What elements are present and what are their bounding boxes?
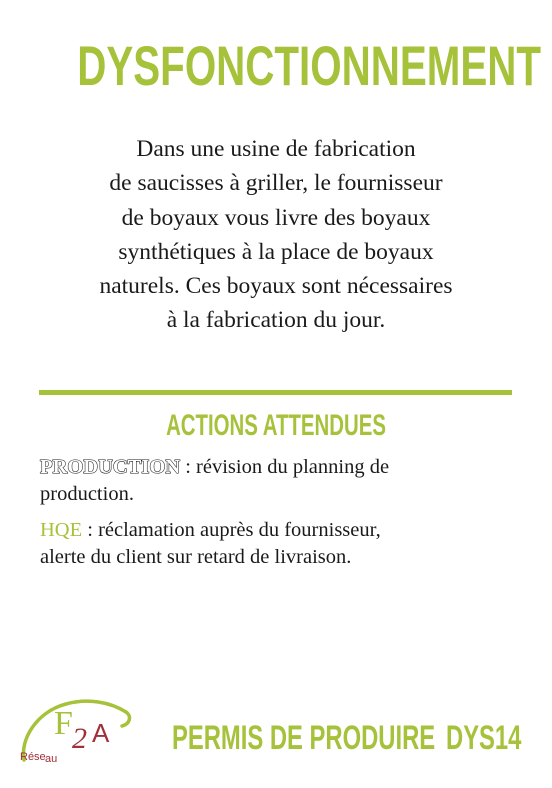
action-text: : réclamation auprès du fournisseur, bbox=[82, 519, 381, 541]
svg-text:au: au bbox=[45, 753, 57, 765]
section-divider bbox=[39, 390, 512, 395]
svg-text:F: F bbox=[54, 705, 73, 742]
scenario-line: à la fabrication du jour. bbox=[166, 307, 386, 334]
action-line: PRODUCTION : révision du planning de bbox=[39, 454, 510, 481]
scenario-line: naturels. Ces boyaux sont nécessaires bbox=[99, 273, 453, 300]
footer-label: PERMIS DE PRODUIRE bbox=[172, 719, 436, 757]
department-label-hqe: HQE bbox=[40, 519, 83, 541]
scenario-description: Dans une usine de fabrication de sauciss… bbox=[40, 132, 512, 338]
action-item-production: PRODUCTION : révision du planning de pro… bbox=[39, 454, 510, 508]
svg-text:Rése: Rése bbox=[20, 751, 46, 763]
reseau-f2a-logo: F 2 A Rése au bbox=[20, 699, 132, 765]
action-line: alerte du client sur retard de livraison… bbox=[40, 546, 352, 568]
action-line: production. bbox=[40, 483, 134, 505]
svg-text:A: A bbox=[92, 718, 110, 748]
scenario-line: de boyaux vous livre des boyaux bbox=[121, 204, 431, 231]
action-text: : révision du planning de bbox=[180, 456, 390, 478]
card-code: DYS14 bbox=[446, 719, 522, 757]
action-line: HQE : réclamation auprès du fournisseur, bbox=[40, 517, 510, 544]
action-item-hqe: HQE : réclamation auprès du fournisseur,… bbox=[40, 517, 510, 571]
department-label-production: PRODUCTION bbox=[39, 455, 181, 478]
card-title: DYSFONCTIONNEMENT bbox=[77, 34, 541, 97]
actions-heading: ACTIONS ATTENDUES bbox=[166, 409, 386, 442]
scenario-line: de saucisses à griller, le fournisseur bbox=[109, 170, 443, 197]
scenario-line: Dans une usine de fabrication bbox=[136, 136, 416, 162]
svg-text:2: 2 bbox=[72, 722, 87, 755]
scenario-line: synthétiques à la place de boyaux bbox=[118, 238, 434, 265]
